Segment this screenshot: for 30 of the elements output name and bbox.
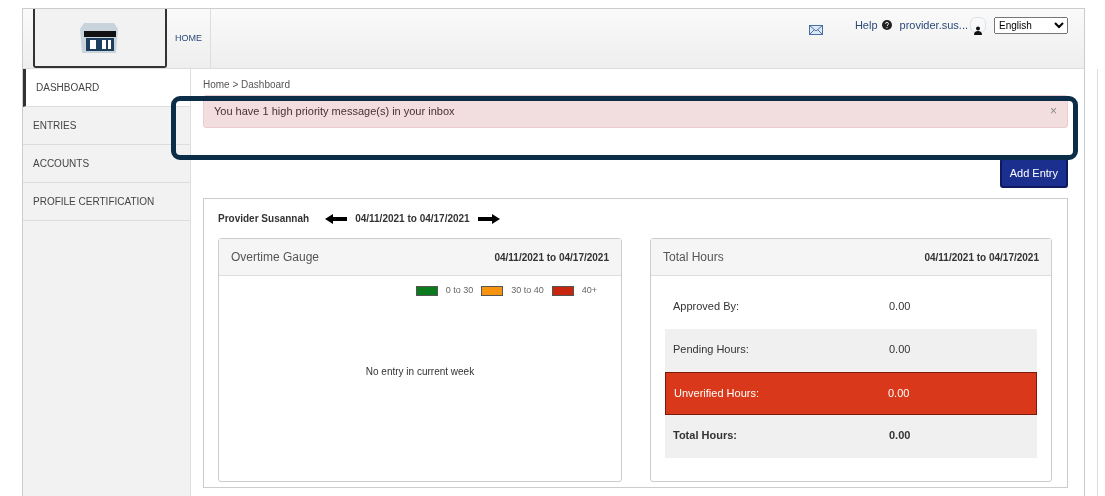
empty-message: No entry in current week [364,364,476,379]
legend-label: 0 to 30 [445,284,474,297]
date-range: 04/11/2021 to 04/17/2021 [924,250,1039,265]
help-link[interactable]: Help [854,17,878,34]
mail-icon[interactable] [808,25,823,35]
alert-text: You have 1 high priority message(s) in your inbox [214,104,455,119]
breadcrumb: Home > Dashboard [203,78,291,89]
right-arrow-icon[interactable] [477,213,500,224]
legend-label: 40+ [581,284,597,297]
left-arrow-icon[interactable] [325,213,348,224]
row-label: Total Hours: [673,428,737,443]
date-range: 04/11/2021 to 04/17/2021 [355,212,470,226]
row-value: 0.00 [889,342,912,357]
help-icon[interactable] [881,20,892,31]
row-label: Pending Hours: [673,342,749,357]
date-range: 04/11/2021 to 04/17/2021 [494,250,609,265]
provider-name: Provider Susannah [218,212,310,226]
home-tab[interactable]: HOME [167,9,211,68]
row-value: 0.00 [889,299,912,314]
panel-title: Total Hours [663,249,724,266]
legend-label: 30 to 40 [511,284,544,297]
user-icon[interactable] [970,17,986,33]
row-value: 0.00 [888,386,911,401]
row-value: 0.00 [889,428,912,443]
panel-title: Overtime Gauge [231,249,320,266]
row-label: Approved By: [673,299,740,314]
sidebar-item[interactable]: DASHBOARD [23,69,190,107]
language-select[interactable]: English [994,17,1068,34]
row-label: Unverified Hours: [674,386,759,401]
user-link[interactable]: provider.sus... [899,17,968,34]
